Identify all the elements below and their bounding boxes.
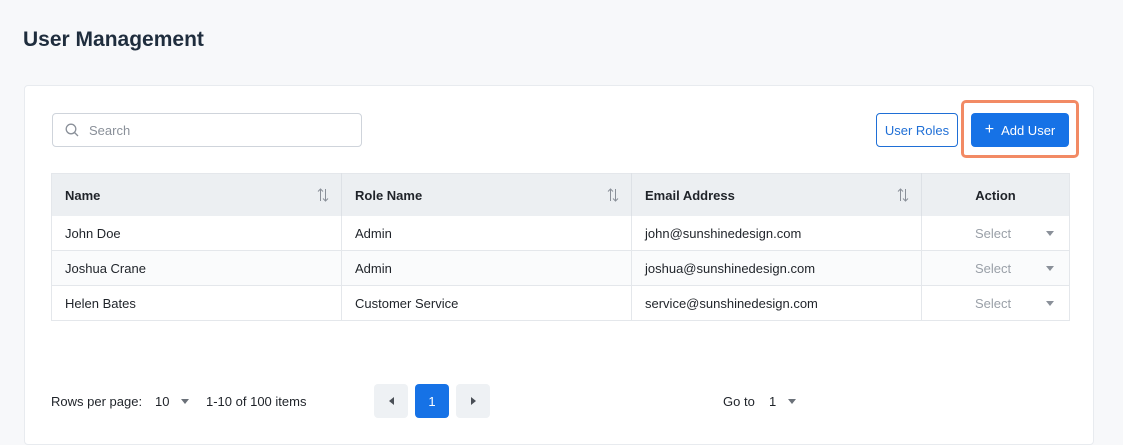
goto-select[interactable]: 1	[769, 384, 798, 418]
sort-icon[interactable]	[897, 188, 909, 202]
chevron-down-icon	[181, 398, 190, 404]
cell-name: Helen Bates	[51, 285, 342, 321]
column-header-label: Action	[975, 187, 1016, 203]
goto-label: Go to	[723, 393, 755, 409]
search-icon	[65, 123, 79, 137]
user-roles-button[interactable]: User Roles	[876, 113, 958, 147]
cell-email: service@sunshinedesign.com	[631, 285, 922, 321]
chevron-down-icon	[1046, 265, 1054, 271]
page-1-button[interactable]: 1	[415, 384, 449, 418]
cell-name: John Doe	[51, 216, 342, 251]
chevron-down-icon	[1046, 230, 1054, 236]
add-user-button[interactable]: + Add User	[971, 113, 1069, 147]
rows-per-page-label: Rows per page:	[51, 393, 143, 409]
users-table: Name Role Name Email Address Action John…	[51, 173, 1070, 321]
chevron-down-icon	[788, 398, 797, 404]
search-input[interactable]	[87, 121, 351, 139]
action-select-value: Select	[975, 295, 1012, 311]
chevron-left-icon	[388, 397, 394, 405]
next-page-button[interactable]	[456, 384, 490, 418]
table-row: Helen Bates Customer Service service@sun…	[51, 285, 1070, 321]
cell-email: joshua@sunshinedesign.com	[631, 250, 922, 286]
column-header-name[interactable]: Name	[51, 173, 342, 216]
search-box[interactable]	[52, 113, 362, 147]
sort-icon[interactable]	[317, 188, 329, 202]
cell-role: Customer Service	[341, 285, 632, 321]
page-title: User Management	[23, 28, 204, 51]
table-row: John Doe Admin john@sunshinedesign.com S…	[51, 216, 1070, 251]
plus-icon: +	[984, 121, 995, 138]
table-header-row: Name Role Name Email Address Action	[51, 173, 1070, 216]
chevron-right-icon	[470, 397, 476, 405]
chevron-down-icon	[1046, 300, 1054, 306]
cell-role: Admin	[341, 250, 632, 286]
prev-page-button[interactable]	[374, 384, 408, 418]
sort-icon[interactable]	[607, 188, 619, 202]
table-row: Joshua Crane Admin joshua@sunshinedesign…	[51, 250, 1070, 286]
action-select-value: Select	[975, 225, 1012, 241]
cell-name: Joshua Crane	[51, 250, 342, 286]
goto-value: 1	[769, 393, 777, 409]
pagination: Rows per page: 10 1-10 of 100 items 1 Go…	[51, 384, 1069, 418]
cell-email: john@sunshinedesign.com	[631, 216, 922, 251]
add-user-label: Add User	[1001, 122, 1056, 138]
rows-per-page-value: 10	[155, 393, 170, 409]
items-range: 1-10 of 100 items	[206, 393, 307, 409]
column-header-label: Email Address	[645, 187, 735, 203]
action-select-value: Select	[975, 260, 1012, 276]
column-header-role[interactable]: Role Name	[341, 173, 632, 216]
column-header-label: Role Name	[355, 187, 423, 203]
action-select[interactable]: Select	[921, 216, 1070, 251]
cell-role: Admin	[341, 216, 632, 251]
user-table-card: User Roles + Add User Name Role Name	[24, 85, 1094, 445]
rows-per-page-select[interactable]: 10	[155, 384, 191, 418]
action-select[interactable]: Select	[921, 285, 1070, 321]
action-select[interactable]: Select	[921, 250, 1070, 286]
column-header-email[interactable]: Email Address	[631, 173, 922, 216]
column-header-label: Name	[65, 187, 101, 203]
column-header-action: Action	[921, 173, 1070, 216]
